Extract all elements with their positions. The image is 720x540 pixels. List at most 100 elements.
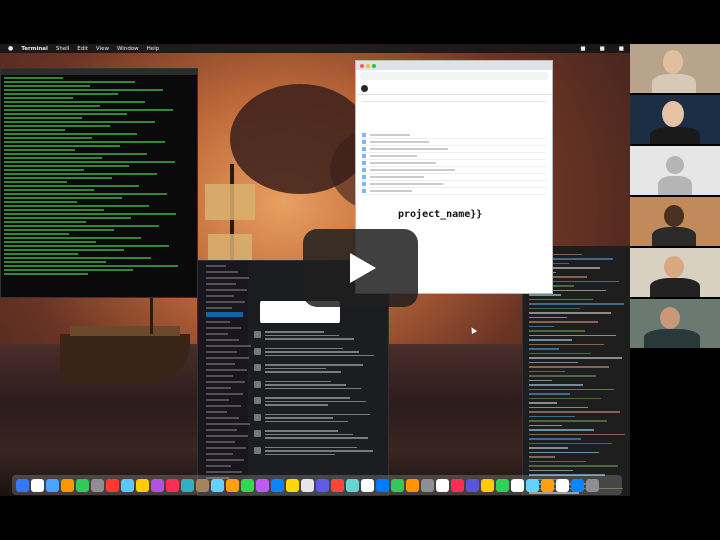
sidebar-channel[interactable] — [206, 277, 249, 279]
sidebar-channel[interactable] — [206, 345, 251, 347]
chat-message[interactable] — [254, 347, 382, 359]
menu-window[interactable]: Window — [117, 46, 139, 52]
sidebar-channel[interactable] — [206, 265, 226, 267]
sidebar-channel[interactable] — [206, 417, 239, 419]
sidebar-channel[interactable] — [206, 351, 237, 353]
participant-tile[interactable] — [630, 146, 720, 195]
dock-app-icon[interactable] — [541, 478, 554, 492]
dock-app-icon[interactable] — [241, 478, 254, 492]
sidebar-channel[interactable] — [206, 375, 233, 377]
file-row[interactable] — [362, 181, 546, 188]
dock-app-icon[interactable] — [316, 478, 329, 492]
avatar[interactable] — [254, 446, 261, 454]
sidebar-channel[interactable] — [206, 327, 241, 329]
dock-app-icon[interactable] — [406, 478, 419, 492]
sidebar-channel[interactable] — [206, 333, 228, 335]
chat-message[interactable] — [254, 413, 382, 425]
avatar[interactable] — [254, 397, 261, 404]
sidebar-channel[interactable] — [206, 357, 249, 359]
sidebar-channel[interactable] — [206, 387, 231, 389]
chat-message[interactable] — [254, 380, 382, 392]
file-row[interactable] — [362, 174, 546, 181]
dock-app-icon[interactable] — [46, 478, 59, 492]
dock-app-icon[interactable] — [436, 478, 449, 492]
file-row[interactable] — [362, 153, 546, 160]
sidebar-channel[interactable] — [206, 459, 244, 461]
dock-app-icon[interactable] — [271, 478, 284, 492]
dock-app-icon[interactable] — [121, 478, 134, 492]
file-row[interactable] — [362, 146, 546, 153]
sidebar-channel[interactable] — [206, 471, 242, 473]
sidebar-channel[interactable] — [206, 295, 234, 297]
menu-shell[interactable]: Shell — [56, 46, 69, 52]
dock-app-icon[interactable] — [226, 478, 239, 492]
dock-app-icon[interactable] — [301, 478, 314, 492]
dock-app-icon[interactable] — [511, 478, 524, 492]
file-row[interactable] — [362, 167, 546, 174]
dock-app-icon[interactable] — [466, 478, 479, 492]
terminal-window[interactable] — [0, 68, 198, 298]
menu-app-name[interactable]: Terminal — [21, 46, 48, 52]
dock-app-icon[interactable] — [151, 478, 164, 492]
sidebar-channel[interactable] — [206, 441, 235, 443]
dock-app-icon[interactable] — [286, 478, 299, 492]
sidebar-channel[interactable] — [206, 312, 243, 317]
dock-app-icon[interactable] — [331, 478, 344, 492]
chat-message[interactable] — [254, 446, 382, 458]
dock-app-icon[interactable] — [256, 478, 269, 492]
avatar[interactable] — [254, 430, 261, 437]
dock-app-icon[interactable] — [526, 478, 539, 492]
apple-icon[interactable]: ● — [8, 45, 13, 52]
file-row[interactable] — [362, 139, 546, 146]
file-row[interactable] — [362, 160, 546, 167]
avatar[interactable] — [254, 413, 261, 421]
dock-app-icon[interactable] — [136, 478, 149, 492]
minimize-window-icon[interactable] — [366, 63, 370, 68]
dock-app-icon[interactable] — [361, 478, 374, 492]
file-row[interactable] — [362, 132, 546, 139]
dock-app-icon[interactable] — [571, 478, 584, 492]
sidebar-channel[interactable] — [206, 411, 227, 413]
terminal-titlebar[interactable] — [1, 69, 197, 75]
dock-app-icon[interactable] — [421, 478, 434, 492]
dock-app-icon[interactable] — [391, 478, 404, 492]
status-icon[interactable]: ■ — [580, 46, 585, 52]
menu-view[interactable]: View — [96, 46, 109, 52]
github-logo-icon[interactable] — [361, 84, 368, 92]
dock-app-icon[interactable] — [76, 478, 89, 492]
dock-app-icon[interactable] — [166, 478, 179, 492]
dock-app-icon[interactable] — [346, 478, 359, 492]
sidebar-channel[interactable] — [206, 393, 243, 395]
avatar[interactable] — [254, 347, 261, 355]
dock-app-icon[interactable] — [106, 478, 119, 492]
participant-tile[interactable] — [630, 44, 720, 93]
dock-app-icon[interactable] — [451, 478, 464, 492]
chat-message[interactable] — [254, 364, 382, 375]
sidebar-channel[interactable] — [206, 405, 241, 407]
sidebar-channel[interactable] — [206, 283, 236, 285]
avatar[interactable] — [254, 364, 261, 371]
dock-app-icon[interactable] — [586, 478, 599, 492]
dock-app-icon[interactable] — [481, 478, 494, 492]
sidebar-channel[interactable] — [206, 339, 239, 341]
status-icon[interactable]: ■ — [600, 46, 605, 52]
dock-app-icon[interactable] — [31, 478, 44, 492]
sidebar-channel[interactable] — [206, 369, 247, 371]
avatar[interactable] — [254, 380, 261, 388]
dock-app-icon[interactable] — [376, 478, 389, 492]
dock-app-icon[interactable] — [61, 478, 74, 492]
file-row[interactable] — [362, 188, 546, 195]
sidebar-channel[interactable] — [206, 465, 231, 467]
zoom-window-icon[interactable] — [372, 63, 376, 68]
dock-app-icon[interactable] — [496, 478, 509, 492]
sidebar-channel[interactable] — [206, 271, 238, 273]
close-window-icon[interactable] — [360, 63, 364, 68]
avatar[interactable] — [254, 331, 261, 338]
participant-tile[interactable] — [630, 299, 720, 348]
participant-tile[interactable] — [630, 248, 720, 297]
sidebar-channel[interactable] — [206, 447, 246, 449]
video-play-button[interactable] — [303, 229, 418, 307]
participant-tile[interactable] — [630, 95, 720, 144]
address-bar[interactable] — [360, 72, 548, 80]
sidebar-channel[interactable] — [206, 381, 245, 383]
